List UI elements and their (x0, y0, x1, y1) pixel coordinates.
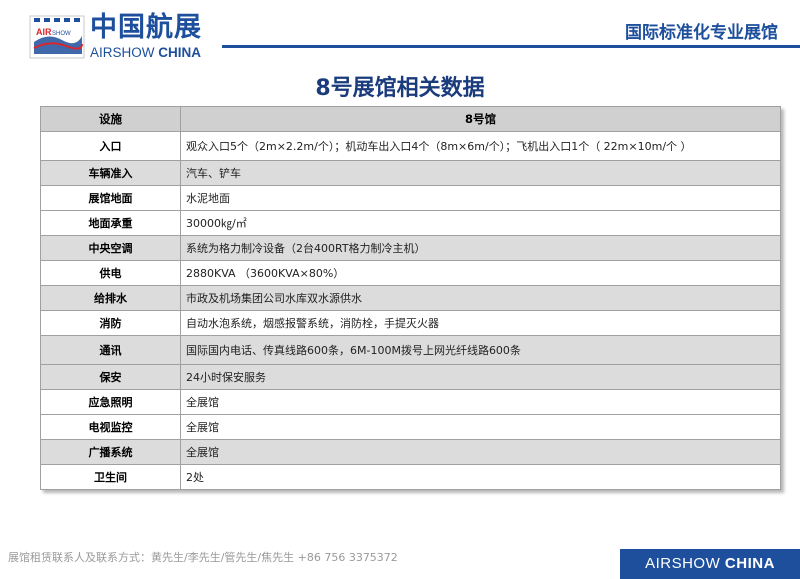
table-row: 地面承重 30000㎏/㎡ (40, 210, 781, 236)
airshow-logo-icon: AIR SHOW (29, 15, 85, 59)
row-value: 2880KVA （3600KVA×80%） (180, 260, 781, 286)
table-row: 中央空调 系统为格力制冷设备（2台400RT格力制冷主机） (40, 235, 781, 261)
logo-en-light: AIRSHOW (90, 45, 155, 60)
row-label: 给排水 (40, 285, 181, 311)
table-row: 保安 24小时保安服务 (40, 364, 781, 390)
table-row: 消防 自动水泡系统，烟感报警系统，消防栓，手提灭火器 (40, 310, 781, 336)
row-label: 中央空调 (40, 235, 181, 261)
row-label: 应急照明 (40, 389, 181, 415)
header-divider (222, 45, 800, 48)
row-label: 车辆准入 (40, 160, 181, 186)
footer-contact-info: 展馆租赁联系人及联系方式：黄先生/李先生/管先生/焦先生 +86 756 337… (8, 551, 398, 564)
header-tagline: 国际标准化专业展馆 (625, 23, 778, 43)
table-row: 电视监控 全展馆 (40, 414, 781, 440)
table-row: 入口 观众入口5个（2m×2.2m/个）；机动车出入口4个（8m×6m/个）；飞… (40, 131, 781, 161)
table-row: 车辆准入 汽车、铲车 (40, 160, 781, 186)
column-header-facility: 设施 (40, 106, 181, 132)
row-label: 入口 (40, 131, 181, 161)
row-label: 广播系统 (40, 439, 181, 465)
table-row: 应急照明 全展馆 (40, 389, 781, 415)
row-value: 全展馆 (180, 414, 781, 440)
row-label: 消防 (40, 310, 181, 336)
airshow-china-logo: AIR SHOW 中国航展 AIRSHOW CHINA (28, 12, 223, 62)
table-row: 给排水 市政及机场集团公司水库双水源供水 (40, 285, 781, 311)
row-label: 地面承重 (40, 210, 181, 236)
row-value: 自动水泡系统，烟感报警系统，消防栓，手提灭火器 (180, 310, 781, 336)
column-header-hall: 8号馆 (180, 106, 781, 132)
row-value: 2处 (180, 464, 781, 490)
table-row: 供电 2880KVA （3600KVA×80%） (40, 260, 781, 286)
row-value: 30000㎏/㎡ (180, 210, 781, 236)
row-value: 汽车、铲车 (180, 160, 781, 186)
footer-brand-light: AIRSHOW (645, 555, 721, 572)
row-value: 市政及机场集团公司水库双水源供水 (180, 285, 781, 311)
row-value: 观众入口5个（2m×2.2m/个）；机动车出入口4个（8m×6m/个）；飞机出入… (180, 131, 781, 161)
row-value: 系统为格力制冷设备（2台400RT格力制冷主机） (180, 235, 781, 261)
svg-text:AIR: AIR (36, 27, 52, 37)
row-label: 展馆地面 (40, 185, 181, 211)
table-row: 广播系统 全展馆 (40, 439, 781, 465)
row-label: 通讯 (40, 335, 181, 365)
row-value: 24小时保安服务 (180, 364, 781, 390)
logo-english-name: AIRSHOW CHINA (90, 45, 201, 60)
logo-chinese-name: 中国航展 (90, 12, 202, 43)
table-row: 通讯 国际国内电话、传真线路600条，6M-100M拨号上网光纤线路600条 (40, 335, 781, 365)
logo-en-bold: CHINA (158, 45, 202, 60)
table-header-row: 设施 8号馆 (40, 106, 781, 132)
facility-data-table: 设施 8号馆 入口 观众入口5个（2m×2.2m/个）；机动车出入口4个（8m×… (40, 106, 781, 490)
table-row: 展馆地面 水泥地面 (40, 185, 781, 211)
row-value: 国际国内电话、传真线路600条，6M-100M拨号上网光纤线路600条 (180, 335, 781, 365)
row-label: 保安 (40, 364, 181, 390)
row-value: 全展馆 (180, 389, 781, 415)
row-label: 电视监控 (40, 414, 181, 440)
row-value: 水泥地面 (180, 185, 781, 211)
row-value: 全展馆 (180, 439, 781, 465)
footer-brand-banner: AIRSHOW CHINA (620, 549, 800, 579)
table-row: 卫生间 2处 (40, 464, 781, 490)
svg-text:SHOW: SHOW (52, 31, 71, 37)
footer-brand-bold: CHINA (724, 555, 775, 572)
page-title: 8号展馆相关数据 (315, 76, 485, 101)
row-label: 卫生间 (40, 464, 181, 490)
row-label: 供电 (40, 260, 181, 286)
